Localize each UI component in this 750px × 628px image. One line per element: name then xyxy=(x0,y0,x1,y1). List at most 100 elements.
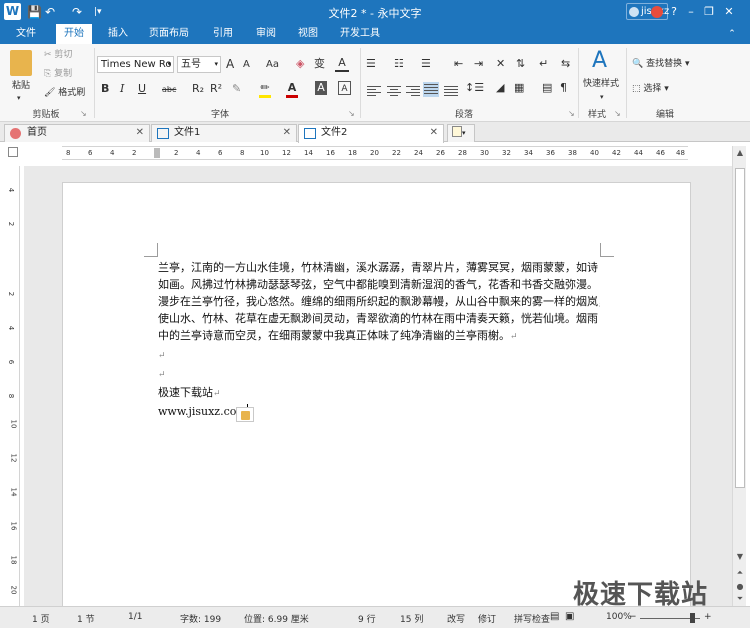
increase-indent-icon[interactable]: ⇥ xyxy=(474,57,483,71)
grow-font-icon[interactable]: A xyxy=(226,57,234,71)
menu-developer[interactable]: 开发工具 xyxy=(334,24,386,44)
scroll-up-icon[interactable]: ▲ xyxy=(733,146,747,160)
menu-review[interactable]: 审阅 xyxy=(248,24,284,44)
line-spacing-icon[interactable]: ↕☰ xyxy=(465,81,484,95)
shrink-font-icon[interactable]: A xyxy=(243,58,250,72)
font-color-icon[interactable]: A xyxy=(286,81,298,98)
close-button[interactable]: ✕ xyxy=(722,4,736,19)
italic-icon[interactable]: I xyxy=(120,82,124,96)
tab-home[interactable]: 首页 ✕ xyxy=(4,124,150,142)
vertical-scrollbar[interactable]: ▲ ▼ ⏶ ● ⏷ xyxy=(732,146,746,606)
next-page-icon[interactable]: ⏷ xyxy=(733,592,747,606)
align-left-icon[interactable] xyxy=(367,84,381,96)
menu-references[interactable]: 引用 xyxy=(205,24,241,44)
show-marks-icon[interactable]: ↵ xyxy=(539,57,548,71)
minimize-button[interactable]: – xyxy=(684,4,698,19)
web-layout-icon[interactable]: ▣ xyxy=(565,611,574,622)
document-body[interactable]: 兰亭，江南的一方山水佳境，竹林清幽，溪水潺潺，青翠片片，薄雾冥冥，烟雨蒙蒙，如诗… xyxy=(158,259,600,422)
strikethrough-icon[interactable]: abc xyxy=(162,83,176,97)
align-center-icon[interactable] xyxy=(387,84,401,96)
char-border-icon[interactable]: A xyxy=(335,56,349,72)
shading-icon[interactable]: ◢ xyxy=(496,81,504,95)
horizontal-ruler[interactable]: 8 6 4 2 2 4 6 8 10 12 14 16 18 20 22 24 … xyxy=(62,146,688,160)
paste-options-button[interactable] xyxy=(236,407,254,422)
tab-stop-selector[interactable] xyxy=(8,147,18,157)
skin-icon[interactable] xyxy=(651,6,663,18)
quick-style-dropdown-icon[interactable]: ▾ xyxy=(600,90,604,104)
new-tab-button[interactable]: ▾ xyxy=(447,124,475,142)
phonetic-icon[interactable]: 变 xyxy=(314,57,325,71)
status-spellcheck[interactable]: 拼写检查 xyxy=(514,612,550,625)
clipboard-launcher-icon[interactable]: ↘ xyxy=(80,107,87,121)
select-button[interactable]: ⬚ 选择 ▾ xyxy=(632,82,669,96)
text-effects-icon[interactable]: ✎ xyxy=(232,82,241,96)
cut-button[interactable]: ✂ 剪切 xyxy=(44,48,72,62)
body-line: 漫步在兰亭竹径，我心悠然。缠绵的细雨所织起的飘渺幕幔，从山谷中飘来的雾一样的烟岚… xyxy=(158,295,600,308)
scroll-down-icon[interactable]: ▼ xyxy=(733,550,747,564)
clear-format-icon[interactable]: ◈ xyxy=(296,57,304,71)
zoom-in-icon[interactable]: + xyxy=(704,612,712,622)
find-replace-button[interactable]: 🔍 查找替换 ▾ xyxy=(632,57,689,71)
numbered-list-icon[interactable]: ☷ xyxy=(394,57,404,71)
close-icon[interactable]: ✕ xyxy=(430,125,438,141)
align-right-icon[interactable] xyxy=(406,84,420,96)
menu-view[interactable]: 视图 xyxy=(290,24,326,44)
status-word-count[interactable]: 字数: 199 xyxy=(180,612,221,625)
collapse-ribbon-icon[interactable]: ⌃ xyxy=(722,24,742,44)
tab-file1[interactable]: 文件1 ✕ xyxy=(151,124,297,142)
copy-button[interactable]: ⎘ 复制 xyxy=(44,67,72,81)
char-shading-icon[interactable]: A xyxy=(315,81,327,95)
restore-button[interactable]: ❐ xyxy=(702,4,716,19)
paste-icon[interactable] xyxy=(10,50,32,76)
paste-button[interactable]: 粘贴 xyxy=(12,79,30,93)
status-revise[interactable]: 修订 xyxy=(478,612,496,625)
help-icon[interactable]: ? xyxy=(667,4,681,19)
chinese-layout-icon[interactable]: ✕ xyxy=(496,57,505,71)
format-painter-button[interactable]: 🖌 格式刷 xyxy=(44,86,85,100)
font-launcher-icon[interactable]: ↘ xyxy=(348,107,355,121)
print-layout-icon[interactable]: ▤ xyxy=(550,611,559,622)
paste-dropdown-icon[interactable]: ▾ xyxy=(17,91,21,105)
prev-page-icon[interactable]: ⏶ xyxy=(733,566,747,580)
quick-style-icon[interactable]: A xyxy=(592,48,607,74)
tab-file2[interactable]: 文件2 ✕ xyxy=(298,124,444,143)
decrease-indent-icon[interactable]: ⇤ xyxy=(454,57,463,71)
menu-page-layout[interactable]: 页面布局 xyxy=(145,24,193,44)
sort-icon[interactable]: ⇅ xyxy=(516,57,525,71)
bold-icon[interactable]: B xyxy=(101,82,109,96)
zoom-level[interactable]: 100% xyxy=(606,612,632,622)
scroll-thumb[interactable] xyxy=(735,168,745,488)
subscript-icon[interactable]: R₂ xyxy=(192,82,204,96)
font-size-select[interactable]: 五号 ▾ xyxy=(177,56,221,73)
vertical-ruler[interactable]: 4 2 2 4 6 8 10 12 14 16 18 20 xyxy=(7,166,20,606)
zoom-slider-handle[interactable] xyxy=(690,613,695,623)
font-name-select[interactable]: Times New Ro ▾ xyxy=(97,56,174,73)
menu-file[interactable]: 文件 xyxy=(8,24,44,44)
menu-home[interactable]: 开始 xyxy=(56,24,92,44)
close-icon[interactable]: ✕ xyxy=(283,125,291,141)
close-icon[interactable]: ✕ xyxy=(136,125,144,141)
highlight-icon[interactable]: ✏ xyxy=(259,81,271,98)
distribute-icon[interactable] xyxy=(444,84,458,96)
underline-icon[interactable]: U xyxy=(138,82,146,96)
bullet-list-icon[interactable]: ☰ xyxy=(366,57,376,71)
borders-icon[interactable]: ▦ xyxy=(514,81,524,95)
superscript-icon[interactable]: R² xyxy=(210,82,222,96)
indent-marker[interactable] xyxy=(154,148,160,158)
ruler-tick: 16 xyxy=(9,521,18,531)
status-overwrite[interactable]: 改写 xyxy=(447,612,465,625)
body-line: 如画。风拂过竹林拂动瑟瑟琴弦，空气中都能嗅到清新湿润的香气，花香和书香交融弥漫。 xyxy=(158,278,598,291)
justify-icon[interactable] xyxy=(423,82,439,97)
zoom-out-icon[interactable]: − xyxy=(629,612,637,622)
text-direction-icon[interactable]: ⇆ xyxy=(561,57,570,71)
menu-insert[interactable]: 插入 xyxy=(100,24,136,44)
style-launcher-icon[interactable]: ↘ xyxy=(614,107,621,121)
paragraph-launcher-icon[interactable]: ↘ xyxy=(568,107,575,121)
pilcrow-icon[interactable]: ¶ xyxy=(560,81,567,95)
change-case-icon[interactable]: Aa xyxy=(266,58,279,72)
multilevel-list-icon[interactable]: ☰ xyxy=(421,57,431,71)
watermark-logo: 极速下载站 xyxy=(573,580,709,610)
paragraph-settings-icon[interactable]: ▤ xyxy=(542,81,552,95)
enclosed-char-icon[interactable]: A xyxy=(338,81,351,95)
quick-style-button[interactable]: 快速样式 xyxy=(583,77,619,91)
